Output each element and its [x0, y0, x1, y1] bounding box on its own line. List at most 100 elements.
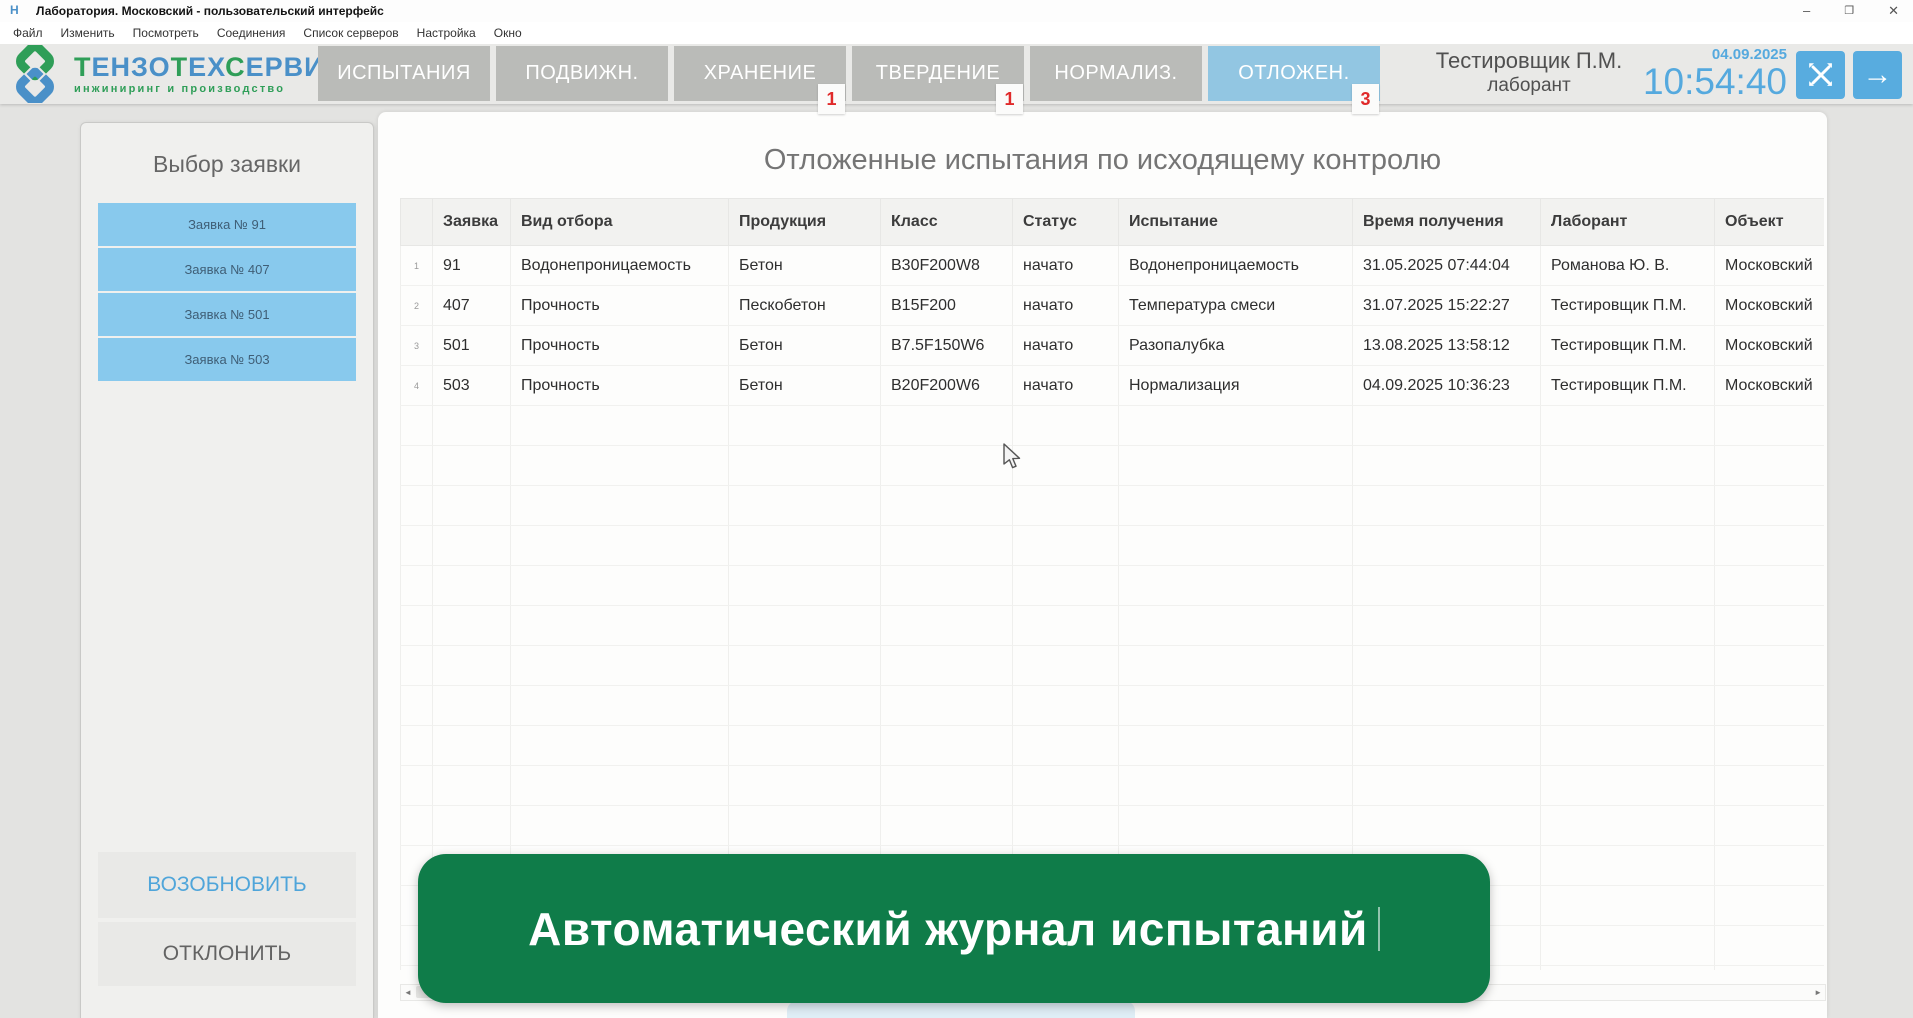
column-header[interactable]: Время получения — [1353, 199, 1541, 246]
empty-cell — [1541, 486, 1715, 526]
empty-row — [401, 806, 1825, 846]
cell: Московский — [1715, 366, 1825, 406]
close-icon[interactable]: ✕ — [1888, 0, 1899, 22]
empty-row — [401, 406, 1825, 446]
column-header[interactable]: Статус — [1013, 199, 1119, 246]
empty-cell — [511, 686, 729, 726]
column-header[interactable]: Заявка — [433, 199, 511, 246]
empty-cell — [729, 686, 881, 726]
tab-ispytaniya[interactable]: ИСПЫТАНИЯ — [318, 46, 490, 101]
empty-cell — [401, 606, 433, 646]
empty-cell — [881, 686, 1013, 726]
request-button-407[interactable]: Заявка № 407 — [98, 248, 356, 291]
request-button-503[interactable]: Заявка № 503 — [98, 338, 356, 381]
empty-cell — [511, 566, 729, 606]
menu-item-view[interactable]: Посмотреть — [124, 26, 208, 40]
table-header-row: ЗаявкаВид отбораПродукцияКлассСтатусИспы… — [401, 199, 1825, 246]
empty-cell — [881, 566, 1013, 606]
empty-cell — [1119, 446, 1353, 486]
column-header-index — [401, 199, 433, 246]
empty-cell — [1119, 566, 1353, 606]
empty-cell — [401, 686, 433, 726]
empty-cell — [1013, 526, 1119, 566]
menu-item-server-list[interactable]: Список серверов — [294, 26, 407, 40]
empty-cell — [511, 646, 729, 686]
request-button-91[interactable]: Заявка № 91 — [98, 203, 356, 246]
empty-cell — [1353, 686, 1541, 726]
tab-normaliz[interactable]: НОРМАЛИЗ. — [1030, 46, 1202, 101]
cell: Московский — [1715, 286, 1825, 326]
menu-item-window[interactable]: Окно — [485, 26, 531, 40]
tab-khranenie[interactable]: ХРАНЕНИЕ1 — [674, 46, 846, 101]
scroll-right-icon[interactable]: ► — [1811, 988, 1825, 997]
table-row[interactable]: 191ВодонепроницаемостьБетонB30F200W8нача… — [401, 246, 1825, 286]
request-button-501[interactable]: Заявка № 501 — [98, 293, 356, 336]
menu-item-edit[interactable]: Изменить — [52, 26, 124, 40]
empty-cell — [1013, 766, 1119, 806]
tab-otlozhen[interactable]: ОТЛОЖЕН.3 — [1208, 46, 1380, 101]
column-header[interactable]: Испытание — [1119, 199, 1353, 246]
tab-podvizhn[interactable]: ПОДВИЖН. — [496, 46, 668, 101]
bottom-strip — [787, 1001, 1135, 1018]
column-header[interactable]: Вид отбора — [511, 199, 729, 246]
cell: 503 — [433, 366, 511, 406]
empty-cell — [1715, 686, 1825, 726]
scroll-left-icon[interactable]: ◄ — [401, 988, 415, 997]
brand-subtitle: инжиниринг и производство — [74, 83, 345, 95]
cell: B7.5F150W6 — [881, 326, 1013, 366]
menu-item-settings[interactable]: Настройка — [408, 26, 485, 40]
cell: Тестировщик П.М. — [1541, 366, 1715, 406]
column-header[interactable]: Объект — [1715, 199, 1825, 246]
cell: Тестировщик П.М. — [1541, 286, 1715, 326]
tab-label: ТВЕРДЕНИЕ — [876, 62, 1000, 85]
brand-name-segment: ЕНЗО — [92, 52, 171, 82]
column-header[interactable]: Класс — [881, 199, 1013, 246]
empty-cell — [401, 806, 433, 846]
empty-cell — [1353, 486, 1541, 526]
empty-cell — [433, 486, 511, 526]
clock: 04.09.2025 10:54:40 — [1643, 46, 1787, 101]
fullscreen-button[interactable] — [1796, 51, 1845, 99]
exit-button[interactable]: → — [1853, 51, 1902, 99]
column-header[interactable]: Продукция — [729, 199, 881, 246]
cell: Романова Ю. В. — [1541, 246, 1715, 286]
empty-cell — [881, 726, 1013, 766]
table-row[interactable]: 4503ПрочностьБетонB20F200W6начатоНормали… — [401, 366, 1825, 406]
tab-tverdenie[interactable]: ТВЕРДЕНИЕ1 — [852, 46, 1024, 101]
empty-cell — [401, 486, 433, 526]
empty-cell — [1541, 686, 1715, 726]
maximize-icon[interactable]: ❐ — [1844, 0, 1854, 22]
cell: B20F200W6 — [881, 366, 1013, 406]
table-row[interactable]: 2407ПрочностьПескобетонB15F200начатоТемп… — [401, 286, 1825, 326]
empty-cell — [401, 566, 433, 606]
menu-bar: ФайлИзменитьПосмотретьСоединенияСписок с… — [0, 22, 1913, 44]
cell: Температура смеси — [1119, 286, 1353, 326]
user-info: Тестировщик П.М. лаборант — [1398, 47, 1660, 98]
minimize-icon[interactable]: – — [1803, 0, 1810, 22]
empty-cell — [881, 406, 1013, 446]
decline-button[interactable]: ОТКЛОНИТЬ — [98, 922, 356, 986]
table-row[interactable]: 3501ПрочностьБетонB7.5F150W6начатоРазопа… — [401, 326, 1825, 366]
empty-cell — [433, 526, 511, 566]
request-list: Заявка № 91Заявка № 407Заявка № 501Заявк… — [98, 203, 356, 381]
empty-cell — [1013, 806, 1119, 846]
resume-button[interactable]: ВОЗОБНОВИТЬ — [98, 852, 356, 918]
empty-cell — [729, 726, 881, 766]
row-number: 2 — [401, 286, 433, 326]
empty-cell — [1715, 806, 1825, 846]
empty-cell — [1541, 646, 1715, 686]
empty-row — [401, 766, 1825, 806]
cell: Водонепроницаемость — [511, 246, 729, 286]
empty-cell — [1119, 606, 1353, 646]
column-header[interactable]: Лаборант — [1541, 199, 1715, 246]
user-role: лаборант — [1398, 74, 1660, 98]
menu-item-file[interactable]: Файл — [4, 26, 52, 40]
clock-time: 10:54:40 — [1643, 63, 1787, 101]
empty-cell — [511, 446, 729, 486]
empty-row — [401, 446, 1825, 486]
empty-row — [401, 726, 1825, 766]
cell: 407 — [433, 286, 511, 326]
empty-cell — [511, 486, 729, 526]
menu-item-connections[interactable]: Соединения — [208, 26, 295, 40]
empty-cell — [401, 406, 433, 446]
